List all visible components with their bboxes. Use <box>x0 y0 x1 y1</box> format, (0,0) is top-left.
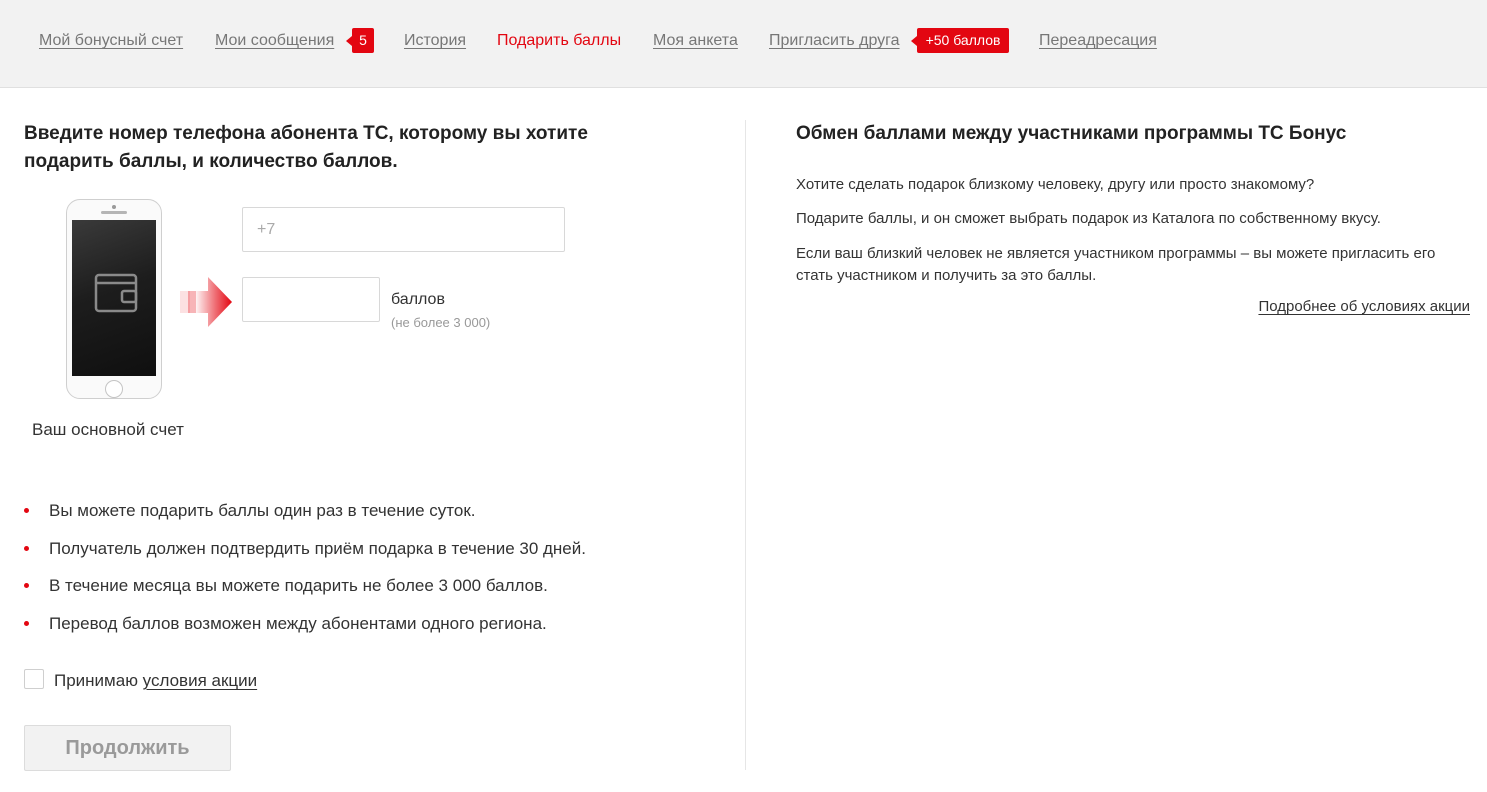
nav-redirect[interactable]: Переадресация <box>1039 32 1157 50</box>
list-item: Вы можете подарить баллы один раз в тече… <box>24 500 586 538</box>
wallet-icon <box>94 273 138 313</box>
gift-form-title: Введите номер телефона абонента ТС, кото… <box>24 123 588 172</box>
continue-button[interactable]: Продолжить <box>24 725 231 771</box>
rule-text: Вы можете подарить баллы один раз в тече… <box>49 501 476 520</box>
nav-my-messages[interactable]: Мои сообщения <box>215 32 334 50</box>
nav-my-bonus-account[interactable]: Мой бонусный счет <box>39 32 183 50</box>
nav-history[interactable]: История <box>404 32 466 50</box>
info-title: Обмен баллами между участниками программ… <box>796 123 1347 144</box>
messages-count-badge: 5 <box>346 28 374 53</box>
rule-text: В течение месяца вы можете подарить не б… <box>49 576 548 595</box>
phone-screen <box>72 220 156 376</box>
list-item: Перевод баллов возможен между абонентами… <box>24 613 586 651</box>
accept-terms-checkbox[interactable] <box>24 669 44 689</box>
rule-text: Перевод баллов возможен между абонентами… <box>49 613 547 633</box>
nav-gift-points[interactable]: Подарить баллы <box>497 32 621 50</box>
points-unit-label: баллов <box>391 291 445 308</box>
phone-camera <box>112 205 116 209</box>
more-terms-link[interactable]: Подробнее об условиях акции <box>1258 298 1470 315</box>
bullet-icon <box>24 545 29 551</box>
info-paragraph: Подарите баллы, и он сможет выбрать пода… <box>796 210 1381 227</box>
phone-home-button <box>105 380 123 398</box>
terms-link[interactable]: условия акции <box>143 671 257 690</box>
points-amount-input[interactable] <box>242 277 380 322</box>
phone-speaker <box>101 211 127 214</box>
bullet-icon <box>24 508 29 513</box>
phone-illustration <box>66 199 162 399</box>
rules-list: Вы можете подарить баллы один раз в тече… <box>24 500 586 650</box>
top-navigation: Мой бонусный счет Мои сообщения 5 Истори… <box>0 0 1487 88</box>
list-item: Получатель должен подтвердить приём пода… <box>24 538 586 576</box>
main-account-caption: Ваш основной счет <box>32 420 184 439</box>
list-item: В течение месяца вы можете подарить не б… <box>24 575 586 613</box>
nav-my-profile[interactable]: Моя анкета <box>653 32 738 50</box>
info-paragraph: Если ваш близкий человек не является уча… <box>796 245 1436 284</box>
transfer-arrow-icon <box>180 277 232 327</box>
accept-terms-prefix: Принимаю <box>54 671 143 690</box>
column-divider <box>745 120 746 770</box>
bullet-icon <box>24 620 29 626</box>
rule-text: Получатель должен подтвердить приём пода… <box>49 538 586 558</box>
points-limit-hint: (не более 3 000) <box>391 315 491 330</box>
info-paragraph: Хотите сделать подарок близкому человеку… <box>796 176 1315 193</box>
bullet-icon <box>24 583 29 588</box>
recipient-phone-input[interactable] <box>242 207 565 252</box>
accept-terms-label: Принимаю условия акции <box>54 671 257 691</box>
invite-bonus-badge: +50 баллов <box>911 28 1009 53</box>
nav-invite-friend[interactable]: Пригласить друга <box>769 32 900 50</box>
